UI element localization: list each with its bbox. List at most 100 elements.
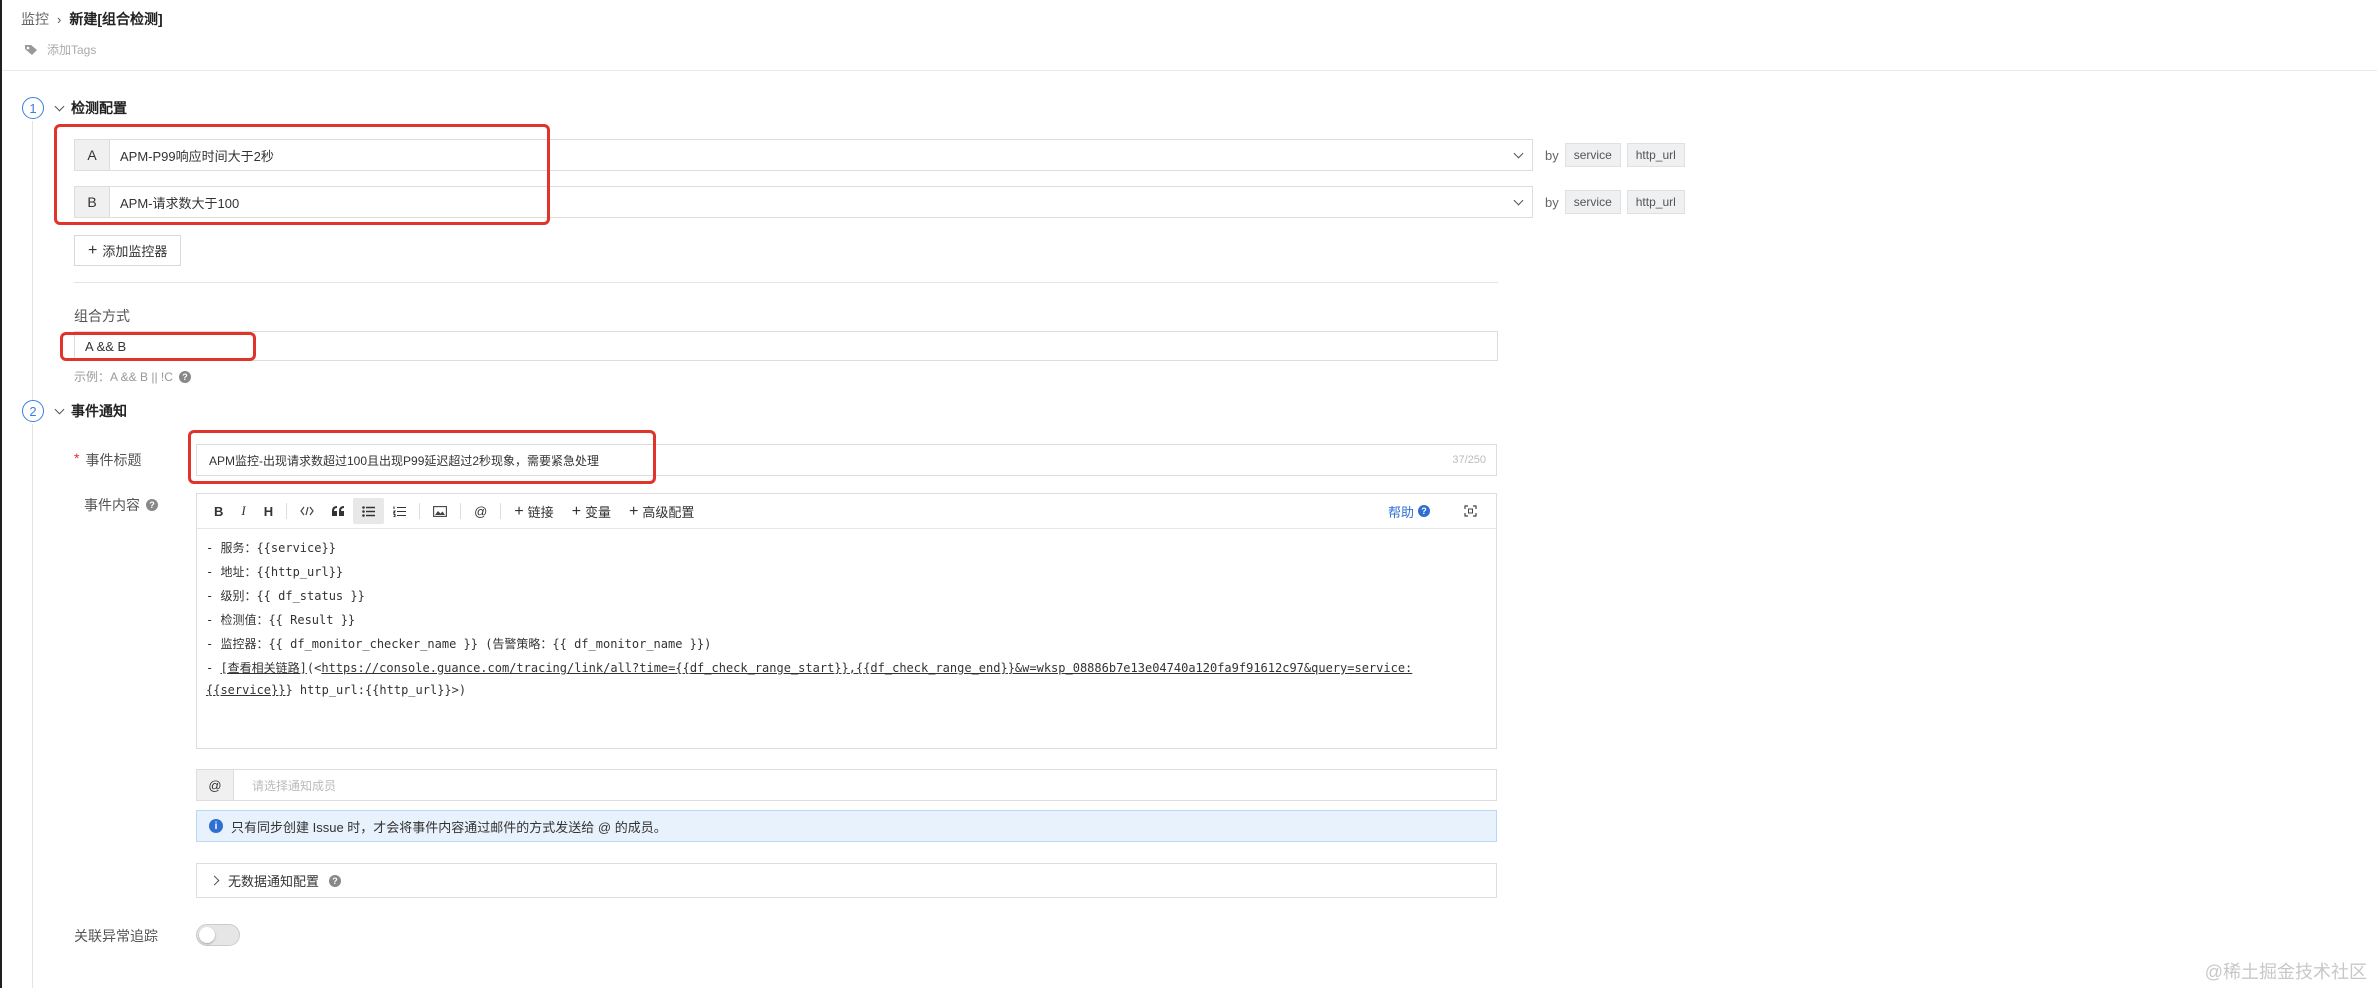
add-tags-label: 添加Tags bbox=[47, 43, 97, 57]
char-counter: 37/250 bbox=[1452, 454, 1486, 466]
variable-label: 变量 bbox=[585, 504, 612, 520]
toolbar-divider bbox=[419, 503, 421, 519]
advanced-config-button[interactable]: + 高级配置 bbox=[620, 498, 703, 524]
line-prefix: - bbox=[206, 661, 221, 675]
page-title: 新建[组合检测] bbox=[69, 11, 163, 27]
combine-input[interactable]: A && B bbox=[74, 331, 1498, 361]
monitor-row-a: A APM-P99响应时间大于2秒 by service http_url bbox=[74, 139, 1685, 171]
code-icon bbox=[300, 506, 314, 516]
step-number: 1 bbox=[22, 97, 44, 119]
image-button[interactable] bbox=[424, 498, 456, 524]
monitor-letter: A bbox=[74, 139, 110, 171]
editor-toolbar: B I H @ + 链接 + 变量 + 高级配置 帮助 ? bbox=[197, 494, 1496, 529]
event-title-label: 事件标题 bbox=[85, 452, 142, 468]
monitor-select-b[interactable]: APM-请求数大于100 bbox=[110, 186, 1533, 218]
group-tag: http_url bbox=[1626, 190, 1685, 214]
event-content-label-group: 事件内容 ? bbox=[84, 495, 158, 515]
toolbar-divider bbox=[286, 503, 288, 519]
ordered-list-button[interactable] bbox=[384, 498, 415, 524]
monitor-name: APM-请求数大于100 bbox=[120, 195, 240, 211]
toolbar-divider bbox=[460, 503, 462, 519]
content-line: - 地址：{{http_url}} bbox=[206, 565, 344, 579]
section-divider bbox=[74, 282, 1498, 283]
plus-icon: + bbox=[629, 502, 639, 520]
tag-icon bbox=[25, 44, 37, 55]
link-open: (< bbox=[306, 661, 322, 675]
monitor-name: APM-P99响应时间大于2秒 bbox=[120, 148, 274, 164]
watermark: @稀土掘金技术社区 bbox=[2204, 962, 2367, 982]
no-data-config[interactable]: 无数据通知配置 ? bbox=[196, 863, 1497, 898]
help-label: 帮助 bbox=[1387, 504, 1414, 520]
event-title-input[interactable]: APM监控-出现请求数超过100且出现P99延迟超过2秒现象，需要紧急处理 37… bbox=[196, 444, 1497, 476]
plus-icon: + bbox=[88, 242, 98, 259]
bold-button[interactable]: B bbox=[205, 498, 232, 524]
line-rest: } http_url:{{http_url}}>) bbox=[285, 683, 467, 697]
by-label: by bbox=[1545, 147, 1559, 163]
breadcrumb-parent[interactable]: 监控 bbox=[21, 9, 49, 29]
section2-header[interactable]: 2 事件通知 bbox=[22, 400, 127, 422]
section1-header[interactable]: 1 检测配置 bbox=[22, 97, 127, 119]
combine-hint: 示例：A && B || !C ? bbox=[74, 368, 191, 385]
section1-connector bbox=[32, 121, 33, 401]
info-notice: i 只有同步创建 Issue 时，才会将事件内容通过邮件的方式发送给 @ 的成员… bbox=[196, 810, 1497, 842]
question-icon[interactable]: ? bbox=[146, 499, 158, 511]
trace-toggle[interactable] bbox=[196, 924, 240, 946]
image-icon bbox=[433, 505, 448, 517]
mention-button[interactable]: @ bbox=[465, 498, 496, 524]
toggle-knob bbox=[199, 927, 215, 943]
no-data-label: 无数据通知配置 bbox=[228, 874, 320, 889]
section-title: 检测配置 bbox=[71, 100, 127, 116]
event-title-label-group: * 事件标题 bbox=[74, 450, 141, 470]
mention-field[interactable]: @ 请选择通知成员 bbox=[196, 769, 1497, 801]
by-label: by bbox=[1545, 194, 1559, 210]
advanced-config-label: 高级配置 bbox=[642, 504, 695, 520]
combine-hint-text: 示例：A && B || !C bbox=[74, 370, 173, 384]
chevron-right-icon bbox=[209, 875, 220, 886]
quote-button[interactable] bbox=[323, 498, 353, 524]
chevron-down-icon bbox=[1513, 148, 1524, 158]
section-title: 事件通知 bbox=[71, 403, 127, 419]
group-tag: service bbox=[1564, 143, 1621, 167]
markdown-editor[interactable]: B I H @ + 链接 + 变量 + 高级配置 帮助 ? - 服务：{{ser… bbox=[196, 493, 1497, 749]
breadcrumb: 监控 › 新建[组合检测] bbox=[21, 9, 163, 29]
heading-button[interactable]: H bbox=[255, 498, 282, 524]
monitor-row-b: B APM-请求数大于100 by service http_url bbox=[74, 186, 1685, 218]
required-mark: * bbox=[74, 450, 80, 466]
content-line: - 检测值：{{ Result }} bbox=[206, 613, 356, 627]
question-icon[interactable]: ? bbox=[329, 874, 342, 887]
link-button[interactable]: + 链接 bbox=[505, 498, 562, 524]
fullscreen-button[interactable] bbox=[1455, 498, 1486, 524]
link-text: [查看相关链路] bbox=[220, 661, 307, 675]
link-label: 链接 bbox=[527, 504, 554, 520]
event-title-value: APM监控-出现请求数超过100且出现P99延迟超过2秒现象，需要紧急处理 bbox=[209, 453, 600, 468]
mention-placeholder: 请选择通知成员 bbox=[252, 778, 337, 793]
toolbar-divider bbox=[500, 503, 502, 519]
link-url: https://console.guance.com/tracing/link/… bbox=[321, 661, 1413, 675]
bullet-list-icon bbox=[362, 505, 376, 517]
chevron-down-icon bbox=[1513, 195, 1524, 205]
bullet-list-button[interactable] bbox=[353, 498, 385, 524]
chevron-right-icon: › bbox=[57, 11, 62, 27]
content-line: - 监控器：{{ df_monitor_checker_name }} (告警策… bbox=[206, 637, 712, 651]
monitor-select-a[interactable]: APM-P99响应时间大于2秒 bbox=[110, 139, 1533, 171]
ordered-list-icon bbox=[393, 506, 407, 517]
info-icon: i bbox=[209, 819, 223, 833]
help-link[interactable]: 帮助 ? bbox=[1379, 498, 1439, 524]
question-icon[interactable]: ? bbox=[178, 370, 191, 383]
section2-connector bbox=[32, 424, 33, 988]
variable-button[interactable]: + 变量 bbox=[563, 498, 620, 524]
plus-icon: + bbox=[514, 502, 524, 520]
header-divider bbox=[2, 70, 2377, 71]
content-line: - [查看相关链路](<https://console.guance.com/t… bbox=[206, 659, 1412, 676]
event-content-label: 事件内容 bbox=[84, 497, 140, 513]
add-tags-button[interactable]: 添加Tags bbox=[24, 41, 96, 58]
italic-button[interactable]: I bbox=[232, 498, 254, 524]
add-monitor-button[interactable]: + 添加监控器 bbox=[74, 235, 182, 266]
content-line: - 级别：{{ df_status }} bbox=[206, 589, 365, 603]
combine-value: A && B bbox=[85, 338, 127, 354]
monitor-letter: B bbox=[74, 186, 110, 218]
question-icon: ? bbox=[1418, 505, 1430, 517]
mention-symbol: @ bbox=[197, 770, 234, 800]
code-button[interactable] bbox=[291, 498, 323, 524]
group-tag: http_url bbox=[1626, 143, 1685, 167]
